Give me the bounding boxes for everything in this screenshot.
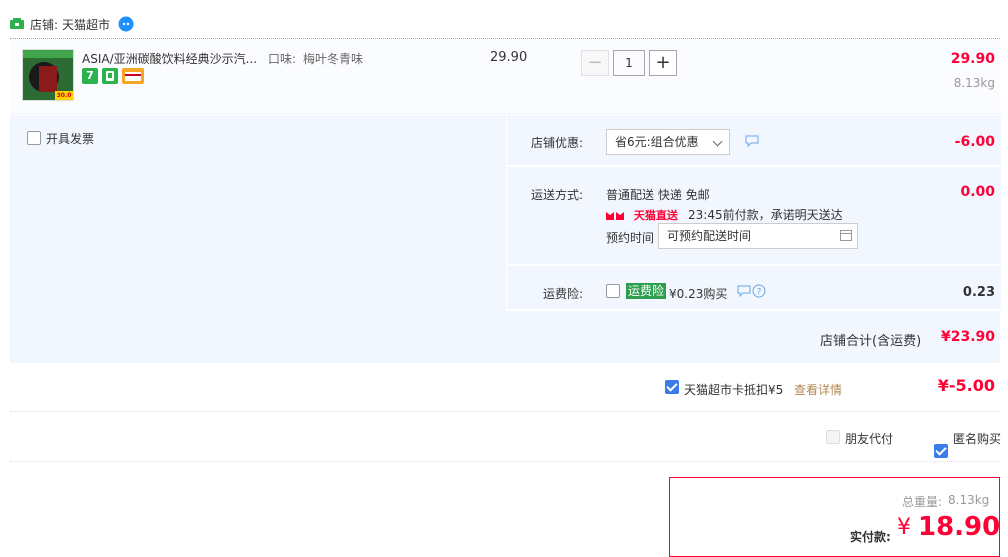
shop-name-link[interactable]: 天猫超市 xyxy=(62,16,110,33)
divider xyxy=(10,411,1000,412)
pay-currency: ¥ xyxy=(897,515,911,540)
anonymous-checkbox[interactable] xyxy=(934,444,948,458)
message-icon[interactable] xyxy=(745,135,759,147)
product-thumbnail[interactable]: 30.0 xyxy=(22,49,74,101)
tmall-direct-badge: 天猫直送 xyxy=(606,207,678,223)
item-weight: 8.13kg xyxy=(953,76,995,90)
wangwang-chat-icon[interactable] xyxy=(118,16,134,32)
pay-label: 实付款: xyxy=(850,530,891,544)
quantity-increase-button[interactable]: + xyxy=(649,50,677,76)
tmall-guarantee-icon[interactable] xyxy=(102,68,118,84)
pay-amount: 18.90 xyxy=(918,512,1001,542)
card-deduct-checkbox[interactable] xyxy=(665,380,679,394)
shop-total-amount: ¥23.90 xyxy=(940,329,995,345)
item-attr-value: 梅叶冬青味 xyxy=(303,52,364,66)
total-weight-label: 总重量: xyxy=(902,495,943,509)
schedule-time-input[interactable]: 可预约配送时间 xyxy=(658,223,858,249)
friend-pay-checkbox[interactable] xyxy=(826,430,840,444)
help-icon[interactable]: ? xyxy=(752,284,766,298)
insurance-amount: 0.23 xyxy=(962,285,995,300)
invoice-checkbox[interactable] xyxy=(27,131,41,145)
shop-label: 店铺: xyxy=(30,17,59,32)
delivery-promise: 23:45前付款，承诺明天送达 xyxy=(688,208,843,222)
seven-day-return-icon[interactable]: 7 xyxy=(82,68,98,84)
discount-selected: 省6元:组合优惠 xyxy=(615,135,699,149)
shop-icon xyxy=(10,18,24,29)
svg-text:?: ? xyxy=(757,288,762,298)
discount-select[interactable]: 省6元:组合优惠 xyxy=(606,129,730,155)
schedule-label: 预约时间 xyxy=(606,231,655,245)
tmall-cat-icon xyxy=(606,212,624,220)
tmall-direct-label: 天猫直送 xyxy=(633,209,678,222)
item-attr-label: 口味: xyxy=(268,52,297,66)
total-weight: 8.13kg xyxy=(948,493,990,507)
invoice-label: 开具发票 xyxy=(46,132,95,146)
shipping-amount: 0.00 xyxy=(960,184,995,200)
shipping-label: 运送方式: xyxy=(531,188,584,202)
insurance-label: 运费险: xyxy=(543,287,584,301)
card-deduct-amount: ¥-5.00 xyxy=(937,376,995,395)
shop-header: 店铺: 天猫超市 xyxy=(10,12,134,36)
message-icon[interactable] xyxy=(737,285,751,297)
chevron-down-icon xyxy=(712,136,723,147)
unit-price: 29.90 xyxy=(490,50,528,65)
card-deduct-label: 天猫超市卡抵扣¥5 xyxy=(684,383,784,397)
schedule-placeholder: 可预约配送时间 xyxy=(667,229,752,243)
insurance-tag: 运费险 xyxy=(626,283,667,299)
quantity-input[interactable]: 1 xyxy=(613,50,645,76)
insurance-checkbox[interactable] xyxy=(606,284,620,298)
insurance-price: ¥0.23购买 xyxy=(669,287,728,301)
card-deduct-detail-link[interactable]: 查看详情 xyxy=(794,381,842,398)
item-title-link[interactable]: ASIA/亚洲碳酸饮料经典沙示汽... xyxy=(82,50,257,67)
card-payment-icon[interactable] xyxy=(122,68,144,84)
discount-label: 店铺优惠: xyxy=(531,136,584,150)
shop-total-label: 店铺合计(含运费) xyxy=(820,334,922,349)
thumb-price-tag: 30.0 xyxy=(55,91,73,100)
divider xyxy=(10,461,1000,462)
discount-amount: -6.00 xyxy=(954,134,995,150)
anonymous-label: 匿名购买 xyxy=(953,432,1002,446)
calendar-icon xyxy=(840,230,852,241)
item-subtotal: 29.90 xyxy=(950,51,995,67)
shipping-method: 普通配送 快递 免邮 xyxy=(606,188,710,202)
quantity-decrease-button[interactable]: − xyxy=(581,50,609,76)
friend-pay-label: 朋友代付 xyxy=(845,432,894,446)
